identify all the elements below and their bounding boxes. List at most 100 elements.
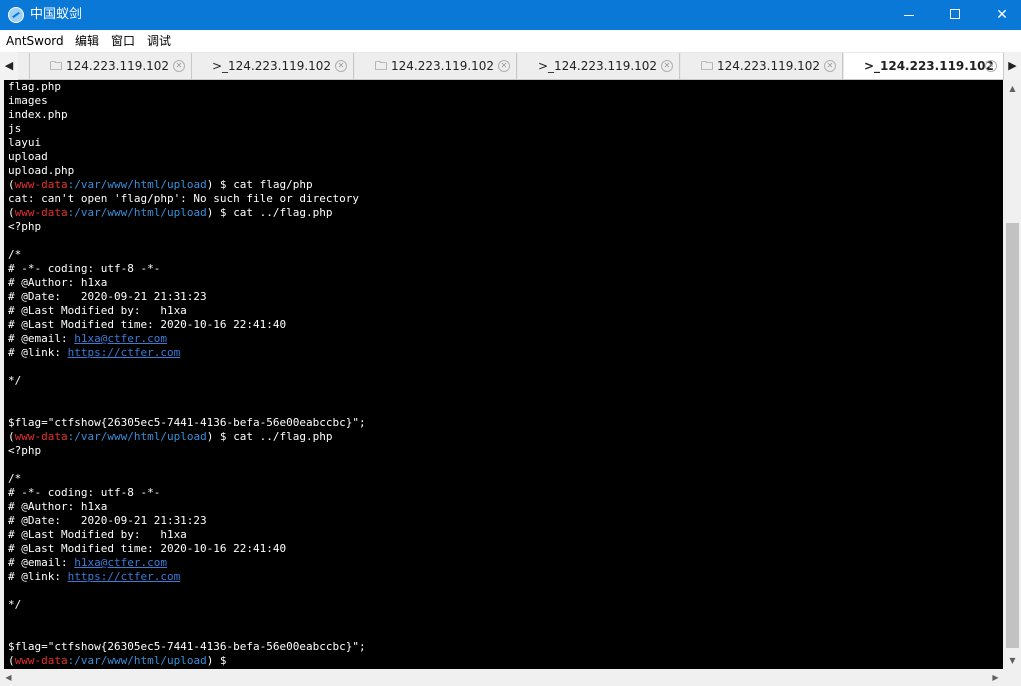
output-text: <?php	[8, 444, 42, 457]
maximize-button[interactable]	[932, 0, 978, 30]
terminal-line: */	[8, 374, 366, 388]
menu-debug[interactable]: 调试	[147, 33, 171, 49]
prompt-symbol: ) $	[206, 654, 234, 667]
command-text: cat flag/php	[233, 178, 313, 191]
scrollbar-thumb[interactable]	[1006, 223, 1019, 648]
close-button[interactable]: ✕	[979, 0, 1021, 30]
menu-edit[interactable]: 编辑	[75, 33, 99, 49]
prompt-user: www-data	[14, 206, 68, 219]
command-text: cat ../flag.php	[233, 430, 333, 443]
output-text: */	[8, 598, 22, 611]
output-text: # @link:	[8, 570, 68, 583]
terminal-line: /*	[8, 248, 366, 262]
output-text: upload.php	[8, 164, 75, 177]
folder-icon: 🗀	[50, 59, 63, 73]
terminal-line: # @email: h1xa@ctfer.com	[8, 556, 366, 570]
terminal-output: flag.php images index.php js layui upload uplo…	[8, 80, 366, 668]
tab-label: 124.223.119.102	[880, 59, 994, 73]
output-text: */	[8, 374, 22, 387]
tab-close-icon[interactable]: ✕	[173, 60, 185, 72]
terminal-line: # @Date: 2020-09-21 21:31:23	[8, 290, 366, 304]
terminal-icon: >_	[864, 59, 881, 73]
scroll-left-icon[interactable]: ◀	[0, 669, 17, 686]
terminal-line: upload.php	[8, 164, 366, 178]
prompt-user: www-data	[14, 178, 68, 191]
terminal-line: (www-data:/var/www/html/upload) $	[8, 654, 366, 668]
terminal-line: # @Author: h1xa	[8, 500, 366, 514]
output-text: js	[8, 122, 22, 135]
output-link[interactable]: h1xa@ctfer.com	[74, 332, 167, 345]
tab-terminal[interactable]: >_ 124.223.119.102 ✕	[518, 53, 680, 79]
terminal-line: # @Last Modified time: 2020-10-16 22:41:…	[8, 318, 366, 332]
output-text: flag.php	[8, 80, 61, 93]
prompt-user: www-data	[14, 654, 68, 667]
tab-partial-close[interactable]	[18, 53, 30, 79]
scroll-up-icon[interactable]: ▲	[1004, 80, 1021, 97]
chevron-right-icon: ▶	[1008, 59, 1017, 72]
tab-close-icon[interactable]: ✕	[661, 60, 673, 72]
prompt-path: /var/www/html/upload	[74, 206, 207, 219]
menu-antsword[interactable]: AntSword	[6, 33, 64, 49]
terminal-line: $flag="ctfshow{26305ec5-7441-4136-befa-5…	[8, 640, 366, 654]
minimize-button[interactable]	[885, 0, 931, 30]
vertical-scrollbar[interactable]: ▲ ▼	[1004, 80, 1021, 669]
tab-scroll-left-button[interactable]: ◀	[0, 52, 18, 80]
output-link[interactable]: https://ctfer.com	[68, 346, 181, 359]
tab-file-manager[interactable]: 🗀 124.223.119.102 ✕	[30, 53, 192, 79]
tab-close-icon[interactable]: ✕	[824, 60, 836, 72]
tab-scroll-right-button[interactable]: ▶	[1004, 52, 1021, 80]
tab-close-icon[interactable]: ✕	[335, 60, 347, 72]
terminal-line: (www-data:/var/www/html/upload) $ cat ..…	[8, 206, 366, 220]
terminal-line: # @Last Modified by: h1xa	[8, 304, 366, 318]
terminal-line: /*	[8, 472, 366, 486]
terminal-line: # @Author: h1xa	[8, 276, 366, 290]
output-text: # @Last Modified by: h1xa	[8, 528, 187, 541]
tab-file-manager[interactable]: 🗀 124.223.119.102 ✕	[681, 53, 843, 79]
output-text: # -*- coding: utf-8 -*-	[8, 262, 161, 275]
tab-terminal-active[interactable]: >_ 124.223.119.102 ✕	[844, 53, 1004, 79]
output-text: $flag="ctfshow{26305ec5-7441-4136-befa-5…	[8, 640, 366, 653]
command-text: cat ../flag.php	[233, 206, 333, 219]
terminal-line: js	[8, 122, 366, 136]
tab-label: 124.223.119.102	[228, 59, 332, 73]
menu-bar: AntSword 编辑 窗口 调试	[0, 30, 1021, 52]
terminal-line: <?php	[8, 444, 366, 458]
tab-file-manager[interactable]: 🗀 124.223.119.102 ✕	[355, 53, 517, 79]
menu-window[interactable]: 窗口	[111, 33, 135, 49]
terminal-panel[interactable]: flag.php images index.php js layui upload uplo…	[4, 80, 1003, 669]
terminal-line: # @Date: 2020-09-21 21:31:23	[8, 514, 366, 528]
output-link[interactable]: https://ctfer.com	[68, 570, 181, 583]
output-link[interactable]: h1xa@ctfer.com	[74, 556, 167, 569]
tab-close-icon[interactable]: ✕	[985, 60, 997, 72]
tab-label: 124.223.119.102	[391, 59, 495, 73]
output-text: # -*- coding: utf-8 -*-	[8, 486, 161, 499]
scroll-down-icon[interactable]: ▼	[1004, 652, 1021, 669]
terminal-line: cat: can't open 'flag/php': No such file…	[8, 192, 366, 206]
tab-terminal[interactable]: >_ 124.223.119.102 ✕	[192, 53, 354, 79]
window-title: 中国蚁剑	[30, 7, 83, 22]
output-text: images	[8, 94, 48, 107]
terminal-line: # -*- coding: utf-8 -*-	[8, 486, 366, 500]
prompt-symbol: ) $	[206, 206, 234, 219]
prompt-bracket: (	[8, 430, 15, 443]
output-text: /*	[8, 248, 22, 261]
terminal-line: # @Last Modified time: 2020-10-16 22:41:…	[8, 542, 366, 556]
tab-close-icon[interactable]: ✕	[498, 60, 510, 72]
scroll-right-icon[interactable]: ▶	[987, 669, 1004, 686]
terminal-line: (www-data:/var/www/html/upload) $ cat fl…	[8, 178, 366, 192]
output-text: cat: can't open 'flag/php': No such file…	[8, 192, 359, 205]
folder-icon: 🗀	[701, 59, 714, 73]
prompt-bracket: (	[8, 178, 15, 191]
prompt-user: www-data	[14, 430, 68, 443]
output-text: # @Date: 2020-09-21 21:31:23	[8, 290, 207, 303]
prompt-path: /var/www/html/upload	[74, 654, 207, 667]
horizontal-scrollbar[interactable]: ◀ ▶	[0, 669, 1021, 686]
output-text: # @Last Modified by: h1xa	[8, 304, 187, 317]
output-text: /*	[8, 472, 22, 485]
